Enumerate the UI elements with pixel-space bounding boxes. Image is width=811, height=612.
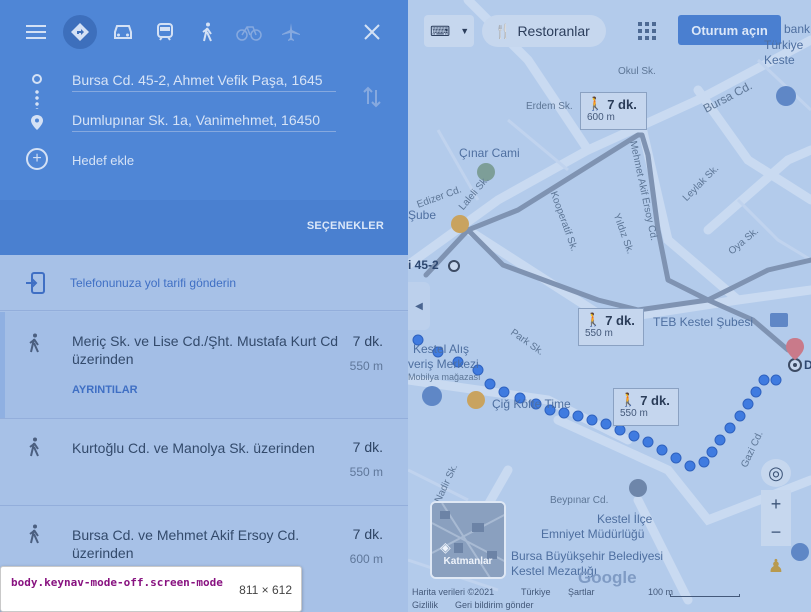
street-label: Beypınar Cd. bbox=[550, 495, 609, 506]
walk-icon: 🚶 bbox=[620, 392, 637, 407]
car-icon[interactable] bbox=[108, 17, 138, 47]
route-duration: 7 dk. bbox=[352, 526, 383, 542]
google-logo: Google bbox=[578, 568, 637, 587]
flight-icon[interactable] bbox=[276, 17, 306, 47]
route-connector-dots bbox=[35, 89, 39, 109]
add-destination-icon[interactable]: + bbox=[26, 148, 48, 170]
poi-label: Türkiye bbox=[764, 38, 804, 52]
poi-label: Çiğ Köfte Time bbox=[492, 397, 571, 411]
element-size: 811 × 612 bbox=[239, 583, 292, 597]
apps-grid-icon[interactable] bbox=[638, 22, 656, 40]
walk-icon bbox=[26, 524, 42, 549]
restaurant-icon: 🍴 bbox=[494, 22, 512, 39]
poi-label: Şube bbox=[408, 208, 437, 222]
walk-icon: 🚶 bbox=[585, 312, 602, 327]
location-target-icon: ◎ bbox=[768, 462, 784, 483]
map-canvas[interactable]: ⌨ ▼ 🍴 Restoranlar Oturum açın ◀ 🚶 7 dk. 6… bbox=[408, 0, 811, 612]
route-title: Bursa Cd. ve Mehmet Akif Ersoy Cd. üzeri… bbox=[72, 527, 300, 561]
menu-icon[interactable] bbox=[21, 17, 51, 47]
bicycle-icon[interactable] bbox=[234, 17, 264, 47]
walk-icon bbox=[26, 437, 42, 462]
walk-icon bbox=[26, 333, 42, 358]
walk-box-distance: 600 m bbox=[587, 112, 615, 123]
privacy-link[interactable]: Gizlilik bbox=[412, 600, 438, 610]
collapse-panel-button[interactable]: ◀ bbox=[408, 282, 430, 330]
origin-marker bbox=[448, 260, 460, 272]
layers-label: Katmanlar bbox=[443, 556, 493, 567]
feedback-link[interactable]: Geri bildirim gönder bbox=[455, 600, 534, 610]
poi-label: bank bbox=[784, 22, 811, 36]
minus-icon: − bbox=[770, 521, 782, 542]
my-location-button[interactable]: ◎ bbox=[761, 459, 791, 487]
chevron-down-icon: ▼ bbox=[460, 26, 470, 36]
origin-label: i 45-2 bbox=[408, 258, 439, 272]
route-title: Kurtoğlu Cd. ve Manolya Sk. üzerinden bbox=[72, 440, 315, 456]
devtools-element-tooltip: body.keynav-mode-off.screen-mode 811 × 6… bbox=[0, 566, 302, 612]
add-destination-label[interactable]: Hedef ekle bbox=[72, 153, 134, 168]
directions-icon[interactable] bbox=[63, 15, 97, 49]
poi-label: Kestel Alış bbox=[413, 342, 470, 356]
route-option[interactable]: Meriç Sk. ve Lise Cd./Şht. Mustafa Kurt … bbox=[0, 312, 408, 419]
street-view-pegman[interactable]: ♟ bbox=[761, 551, 791, 581]
chevron-left-icon: ◀ bbox=[415, 300, 423, 312]
layers-icon: ◈ bbox=[440, 539, 451, 555]
route-title: Meriç Sk. ve Lise Cd./Şht. Mustafa Kurt … bbox=[72, 333, 339, 367]
keyboard-icon: ⌨ bbox=[430, 22, 451, 39]
street-label: Okul Sk. bbox=[618, 66, 656, 77]
scale-bar bbox=[670, 594, 740, 597]
directions-panel: Bursa Cd. 45-2, Ahmet Vefik Paşa, 1645 D… bbox=[0, 0, 408, 612]
street-label: Erdem Sk. bbox=[526, 101, 573, 112]
country-label: Türkiye bbox=[521, 587, 551, 597]
options-button[interactable]: SEÇENEKLER bbox=[307, 220, 384, 232]
terms-link[interactable]: Şartlar bbox=[568, 587, 595, 597]
restaurants-chip[interactable]: 🍴 Restoranlar bbox=[482, 15, 606, 47]
walk-box-time: 7 dk. bbox=[607, 96, 637, 112]
close-icon[interactable] bbox=[357, 17, 387, 47]
poi-label: Bursa Büyükşehir Belediyesi bbox=[511, 549, 664, 563]
route-distance: 600 m bbox=[349, 552, 383, 566]
walk-box-time: 7 dk. bbox=[605, 312, 635, 328]
walk-icon[interactable] bbox=[192, 17, 222, 47]
walk-box-distance: 550 m bbox=[620, 408, 648, 419]
zoom-out-button[interactable]: − bbox=[761, 518, 791, 546]
poi-label: Kestel İlçe bbox=[597, 512, 653, 526]
route-duration: 7 dk. bbox=[352, 333, 383, 349]
poi-category-label: Mobilya mağazası bbox=[408, 372, 481, 382]
poi-label: Çınar Cami bbox=[459, 146, 520, 160]
origin-dot-icon bbox=[32, 74, 42, 84]
layers-button[interactable]: ◈ Katmanlar bbox=[430, 501, 506, 579]
destination-pin-icon bbox=[31, 115, 43, 135]
route-details-link[interactable]: AYRINTILAR bbox=[72, 384, 138, 396]
plus-icon: + bbox=[770, 493, 782, 514]
route-distance: 550 m bbox=[349, 465, 383, 479]
walk-box-3[interactable]: 🚶 7 dk. 550 m bbox=[613, 388, 679, 426]
send-to-phone-icon bbox=[25, 272, 45, 299]
walk-box-distance: 550 m bbox=[585, 328, 613, 339]
send-to-phone-label: Telefonunuza yol tarifi gönderin bbox=[70, 276, 237, 290]
directions-header: Bursa Cd. 45-2, Ahmet Vefik Paşa, 1645 D… bbox=[0, 0, 408, 200]
origin-field[interactable]: Bursa Cd. 45-2, Ahmet Vefik Paşa, 1645 bbox=[72, 72, 336, 92]
element-selector: body.keynav-mode-off.screen-mode bbox=[11, 576, 223, 589]
restaurants-label: Restoranlar bbox=[517, 23, 590, 39]
poi-label: veriş Merkezi bbox=[408, 357, 479, 371]
destination-label: D bbox=[804, 358, 811, 372]
swap-directions-icon[interactable] bbox=[362, 86, 382, 108]
poi-label: Keste bbox=[764, 53, 795, 67]
zoom-in-button[interactable]: + bbox=[761, 490, 791, 518]
route-duration: 7 dk. bbox=[352, 439, 383, 455]
walk-box-time: 7 dk. bbox=[640, 392, 670, 408]
route-option[interactable]: Kurtoğlu Cd. ve Manolya Sk. üzerinden 7 … bbox=[0, 419, 408, 506]
send-to-phone-row[interactable]: Telefonunuza yol tarifi gönderin bbox=[0, 255, 408, 311]
poi-label: TEB Kestel Şubesi bbox=[653, 315, 754, 329]
map-data-attribution[interactable]: Harita verileri ©2021 bbox=[412, 587, 494, 597]
walk-box-1[interactable]: 🚶 7 dk. 600 m bbox=[580, 92, 647, 130]
walk-box-2[interactable]: 🚶 7 dk. 550 m bbox=[578, 308, 644, 346]
pegman-icon: ♟ bbox=[767, 555, 785, 576]
route-distance: 550 m bbox=[349, 359, 383, 373]
walk-icon: 🚶 bbox=[587, 96, 604, 111]
transit-icon[interactable] bbox=[150, 17, 180, 47]
keyboard-input-button[interactable]: ⌨ ▼ bbox=[424, 15, 474, 47]
destination-field[interactable]: Dumlupınar Sk. 1a, Vanimehmet, 16450 bbox=[72, 112, 336, 132]
poi-label: Emniyet Müdürlüğü bbox=[541, 527, 645, 541]
